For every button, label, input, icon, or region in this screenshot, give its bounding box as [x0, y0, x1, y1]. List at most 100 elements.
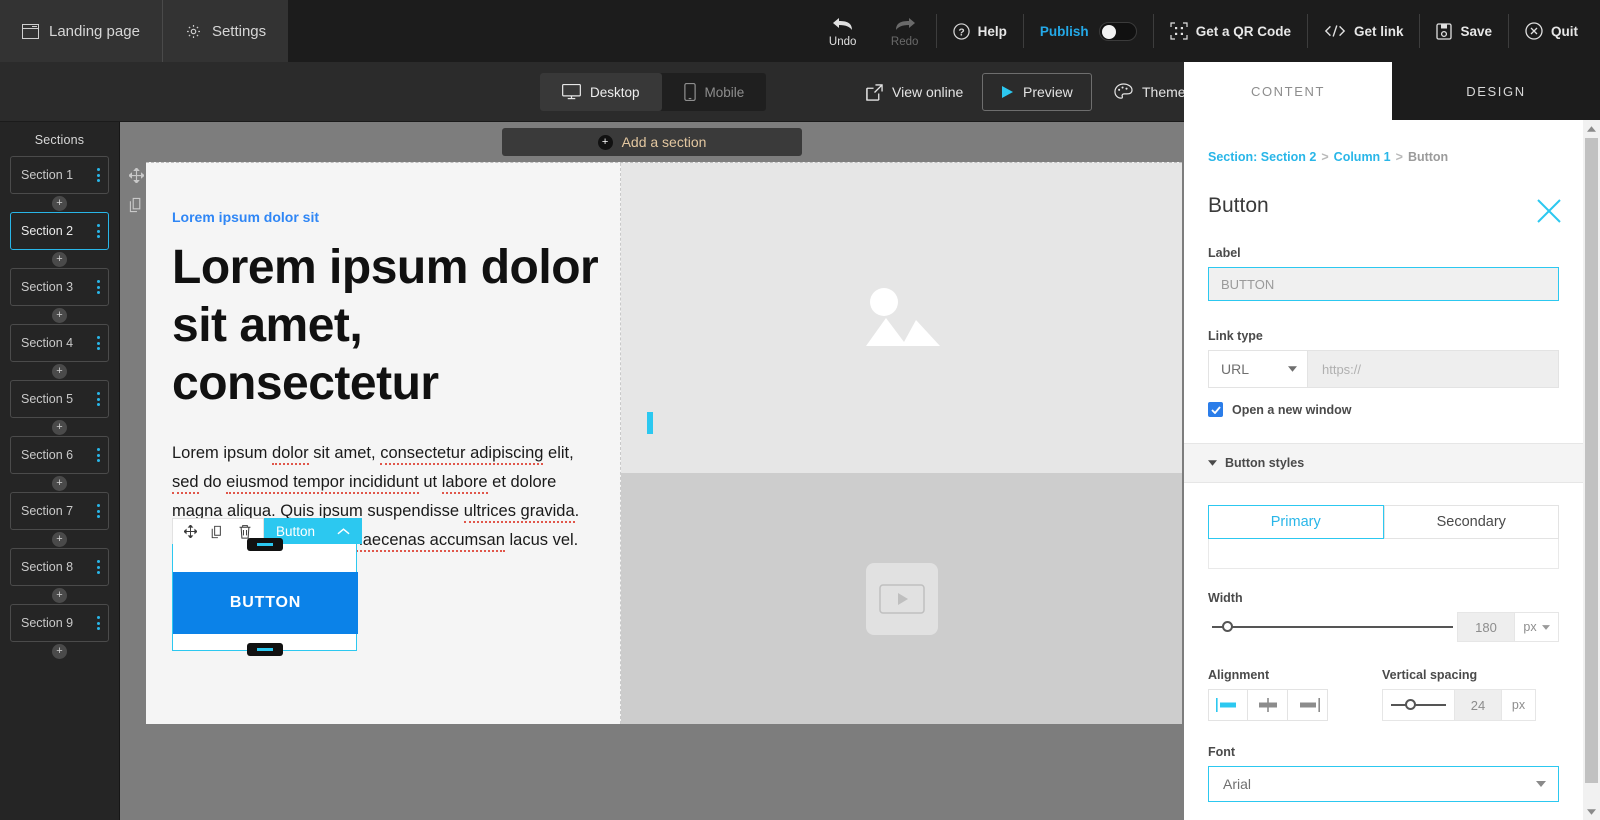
- tab-settings-label: Settings: [212, 23, 266, 40]
- undo-button[interactable]: Undo: [812, 0, 874, 62]
- add-section-row: +: [10, 642, 109, 660]
- add-section-row: +: [10, 474, 109, 492]
- delete-widget-icon[interactable]: [238, 524, 252, 539]
- section-item-7[interactable]: Section 7: [10, 492, 109, 530]
- section-menu-icon[interactable]: [97, 280, 100, 294]
- add-a-section-button[interactable]: + Add a section: [502, 128, 802, 156]
- open-new-window-row[interactable]: Open a new window: [1208, 402, 1559, 417]
- chevron-down-icon: [1536, 781, 1546, 787]
- section-menu-icon[interactable]: [97, 392, 100, 406]
- save-button[interactable]: Save: [1420, 0, 1508, 62]
- align-left-button[interactable]: [1208, 689, 1248, 721]
- publish-toggle-group[interactable]: Publish: [1024, 0, 1153, 62]
- section-item-9[interactable]: Section 9: [10, 604, 109, 642]
- vertical-spacing-value[interactable]: 24: [1454, 689, 1502, 721]
- section-item-6[interactable]: Section 6: [10, 436, 109, 474]
- width-unit-select[interactable]: px: [1515, 612, 1559, 642]
- section-menu-icon[interactable]: [97, 504, 100, 518]
- scrollbar-thumb[interactable]: [1585, 138, 1598, 783]
- tab-content[interactable]: CONTENT: [1184, 62, 1392, 120]
- device-desktop-button[interactable]: Desktop: [540, 73, 662, 111]
- section-menu-icon[interactable]: [97, 336, 100, 350]
- button-styles-accordion[interactable]: Button styles: [1184, 443, 1583, 483]
- section-item-5[interactable]: Section 5: [10, 380, 109, 418]
- style-primary-tab[interactable]: Primary: [1208, 505, 1384, 539]
- section-item-1[interactable]: Section 1: [10, 156, 109, 194]
- section-label: Section 9: [21, 616, 73, 630]
- add-section-plus-icon[interactable]: +: [52, 196, 67, 211]
- add-section-plus-icon[interactable]: +: [52, 644, 67, 659]
- style-secondary-tab[interactable]: Secondary: [1384, 505, 1560, 539]
- tab-landing-page[interactable]: Landing page: [0, 0, 162, 62]
- canvas-area: + Add a section Lorem ipsum dolor sit Lo…: [120, 122, 1184, 820]
- section-item-8[interactable]: Section 8: [10, 548, 109, 586]
- font-select[interactable]: Arial: [1208, 766, 1559, 802]
- misspelled-word: ultrices gravida: [464, 502, 575, 523]
- vertical-spacing-knob[interactable]: [1405, 699, 1416, 710]
- alignment-spacing-row: Alignment: [1208, 668, 1559, 721]
- open-new-window-checkbox[interactable]: [1208, 402, 1223, 417]
- breadcrumb-column[interactable]: Column 1: [1334, 150, 1391, 164]
- section-menu-icon[interactable]: [97, 168, 100, 182]
- move-widget-icon[interactable]: [184, 525, 197, 538]
- resize-handle-bottom[interactable]: [247, 643, 283, 656]
- properties-panel: CONTENT DESIGN Section: Section 2>Column…: [1184, 62, 1600, 820]
- tab-settings[interactable]: Settings: [162, 0, 288, 62]
- publish-toggle[interactable]: [1099, 22, 1137, 41]
- add-section-plus-icon[interactable]: +: [52, 308, 67, 323]
- section-menu-icon[interactable]: [97, 448, 100, 462]
- width-slider-knob[interactable]: [1222, 621, 1233, 632]
- duplicate-section-icon[interactable]: [129, 197, 144, 213]
- add-section-plus-icon[interactable]: +: [52, 532, 67, 547]
- get-qr-code-button[interactable]: Get a QR Code: [1154, 0, 1307, 62]
- section-menu-icon[interactable]: [97, 560, 100, 574]
- section-item-2[interactable]: Section 2: [10, 212, 109, 250]
- chevron-up-icon[interactable]: [337, 527, 350, 536]
- width-row: 180 px: [1208, 612, 1559, 642]
- body-seg: Lorem ipsum: [172, 444, 272, 462]
- help-button[interactable]: ? Help: [937, 0, 1023, 62]
- scroll-down-arrow[interactable]: [1583, 803, 1600, 820]
- quit-button[interactable]: Quit: [1509, 0, 1600, 62]
- view-online-button[interactable]: View online: [852, 73, 977, 111]
- section-menu-icon[interactable]: [97, 224, 100, 238]
- add-section-plus-icon[interactable]: +: [52, 420, 67, 435]
- redo-button[interactable]: Redo: [874, 0, 936, 62]
- align-center-button[interactable]: [1248, 689, 1288, 721]
- move-section-icon[interactable]: [129, 168, 144, 183]
- width-value[interactable]: 180: [1457, 612, 1515, 642]
- canvas-button[interactable]: BUTTON: [173, 572, 358, 634]
- link-type-select[interactable]: URL: [1208, 350, 1308, 388]
- label-input[interactable]: BUTTON: [1208, 267, 1559, 301]
- breadcrumb-section[interactable]: Section: Section 2: [1208, 150, 1316, 164]
- plus-icon: +: [598, 135, 613, 150]
- close-panel-icon[interactable]: [1536, 198, 1562, 224]
- column-1[interactable]: Lorem ipsum dolor sit Lorem ipsum dolor …: [146, 163, 621, 724]
- topbar-spacer: [288, 0, 812, 62]
- vertical-spacing-slider[interactable]: [1382, 689, 1454, 721]
- button-widget[interactable]: Button BUTTON: [172, 543, 357, 651]
- add-section-plus-icon[interactable]: +: [52, 588, 67, 603]
- width-slider[interactable]: [1208, 612, 1457, 642]
- column-resize-handle[interactable]: [647, 412, 653, 434]
- column-2[interactable]: [621, 163, 1182, 724]
- video-placeholder[interactable]: [621, 473, 1182, 724]
- section-menu-icon[interactable]: [97, 616, 100, 630]
- add-section-plus-icon[interactable]: +: [52, 476, 67, 491]
- get-link-button[interactable]: Get link: [1308, 0, 1420, 62]
- duplicate-widget-icon[interactable]: [211, 525, 224, 539]
- device-toggle-group: Desktop Mobile: [540, 73, 766, 111]
- scroll-up-arrow[interactable]: [1583, 120, 1600, 137]
- section-item-3[interactable]: Section 3: [10, 268, 109, 306]
- panel-scrollbar[interactable]: [1583, 120, 1600, 820]
- preview-button[interactable]: Preview: [982, 73, 1092, 111]
- device-mobile-button[interactable]: Mobile: [662, 73, 767, 111]
- tab-design[interactable]: DESIGN: [1392, 62, 1600, 120]
- add-section-plus-icon[interactable]: +: [52, 364, 67, 379]
- image-placeholder[interactable]: [621, 163, 1182, 473]
- section-item-4[interactable]: Section 4: [10, 324, 109, 362]
- add-section-plus-icon[interactable]: +: [52, 252, 67, 267]
- align-right-button[interactable]: [1288, 689, 1328, 721]
- resize-handle-top[interactable]: [247, 538, 283, 551]
- url-input[interactable]: https://: [1308, 350, 1559, 388]
